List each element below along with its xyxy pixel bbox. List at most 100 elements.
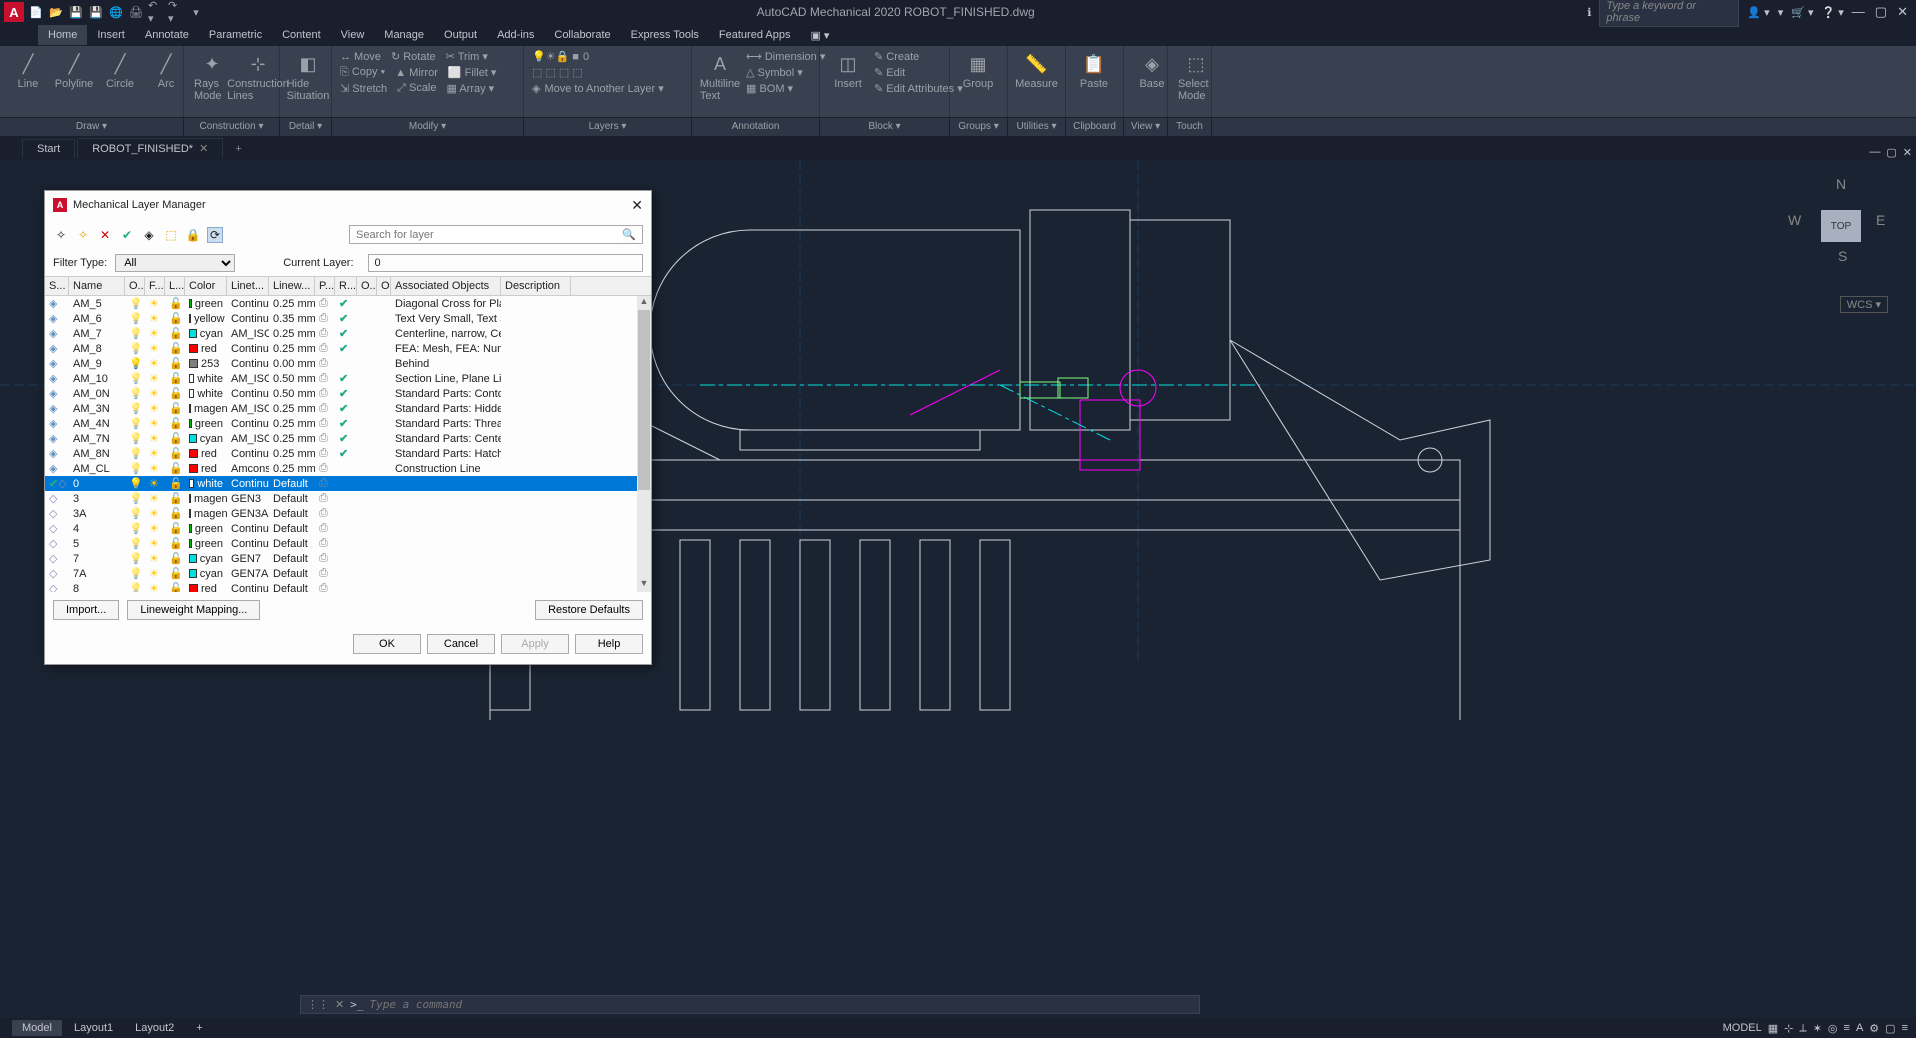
info-icon[interactable]: ℹ bbox=[1587, 6, 1591, 19]
layer-assoc-cell[interactable]: Behind bbox=[391, 357, 501, 371]
layer-status-icon[interactable]: ◇ bbox=[45, 491, 69, 506]
layer-linetype-cell[interactable]: AM_ISO... bbox=[227, 432, 269, 446]
dialog-search[interactable]: 🔍 bbox=[349, 225, 643, 244]
layer-plot-icon[interactable]: ⎙ bbox=[315, 446, 335, 461]
layer-lineweight-cell[interactable]: 0.25 mm bbox=[269, 342, 315, 356]
layer-assoc-cell[interactable]: Standard Parts: Conto... bbox=[391, 387, 501, 401]
layer-color-cell[interactable]: white bbox=[185, 477, 227, 491]
layer-lineweight-cell[interactable]: Default bbox=[269, 582, 315, 593]
layer-plot-icon[interactable]: ⎙ bbox=[315, 356, 335, 371]
undo-icon[interactable]: ↶ ▾ bbox=[148, 4, 164, 20]
layer-o2[interactable] bbox=[357, 378, 377, 380]
layer-desc-cell[interactable] bbox=[501, 303, 571, 305]
layer-reconcile-icon[interactable]: ✔ bbox=[335, 311, 357, 326]
layer-o2[interactable] bbox=[357, 468, 377, 470]
redo-icon[interactable]: ↷ ▾ bbox=[168, 4, 184, 20]
layer-o3[interactable] bbox=[377, 363, 391, 365]
status-clean-icon[interactable]: ▢ bbox=[1885, 1022, 1895, 1035]
restore-defaults-button[interactable]: Restore Defaults bbox=[535, 600, 643, 620]
save-icon[interactable]: 💾 bbox=[68, 4, 84, 20]
layer-row[interactable]: ◈AM_10💡☀🔓whiteAM_ISO...0.50 mm⎙✔Section … bbox=[45, 371, 651, 386]
layer-plot-icon[interactable]: ⎙ bbox=[315, 326, 335, 341]
column-header[interactable]: Linet... bbox=[227, 277, 269, 295]
column-header[interactable]: O... bbox=[357, 277, 377, 295]
layer-o3[interactable] bbox=[377, 393, 391, 395]
measure-button[interactable]: 📏Measure bbox=[1016, 50, 1057, 92]
layer-assoc-cell[interactable]: Text Very Small, Text S... bbox=[391, 312, 501, 326]
panel-label-groups[interactable]: Groups ▾ bbox=[950, 118, 1008, 136]
document-tab[interactable]: Start bbox=[22, 139, 75, 158]
layer-name-cell[interactable]: AM_8 bbox=[69, 342, 125, 356]
layer-name-cell[interactable]: 7 bbox=[69, 552, 125, 566]
layer-lineweight-cell[interactable]: 0.50 mm bbox=[269, 387, 315, 401]
plot-icon[interactable]: 🖨 bbox=[128, 4, 144, 20]
layer-status-icon[interactable]: ◇ bbox=[45, 566, 69, 581]
column-header[interactable]: S... bbox=[45, 277, 69, 295]
layer-o3[interactable] bbox=[377, 318, 391, 320]
layer-lineweight-cell[interactable]: 0.25 mm bbox=[269, 402, 315, 416]
layer-lock-icon[interactable]: 🔓 bbox=[165, 536, 185, 551]
layer-lock-icon[interactable]: 🔓 bbox=[165, 311, 185, 326]
layer-row[interactable]: ◈AM_4N💡☀🔓greenContinu...0.25 mm⎙✔Standar… bbox=[45, 416, 651, 431]
layer-linetype-cell[interactable]: Continu... bbox=[227, 447, 269, 461]
layer-row[interactable]: ◈AM_9💡☀🔓253Continu...0.00 mm⎙Behind bbox=[45, 356, 651, 371]
layer-name-cell[interactable]: AM_5 bbox=[69, 297, 125, 311]
command-handle-icon[interactable]: ⋮⋮ bbox=[307, 998, 329, 1011]
layer-lineweight-cell[interactable]: Default bbox=[269, 507, 315, 521]
layer-name-cell[interactable]: AM_6 bbox=[69, 312, 125, 326]
layer-color-cell[interactable]: magen bbox=[185, 402, 227, 416]
column-header[interactable]: Description bbox=[501, 277, 571, 295]
layer-lineweight-cell[interactable]: 0.35 mm bbox=[269, 312, 315, 326]
layer-freeze-icon[interactable]: ☀ bbox=[145, 401, 165, 416]
layer-freeze-icon[interactable]: ☀ bbox=[145, 536, 165, 551]
layer-name-cell[interactable]: AM_10 bbox=[69, 372, 125, 386]
layer-plot-icon[interactable]: ⎙ bbox=[315, 521, 335, 536]
menu-tab-collaborate[interactable]: Collaborate bbox=[544, 25, 620, 45]
minimize-icon[interactable]: — bbox=[1852, 4, 1865, 20]
layer-reconcile-icon[interactable]: ✔ bbox=[335, 401, 357, 416]
dialog-search-input[interactable] bbox=[356, 229, 622, 241]
status-anno-icon[interactable]: A bbox=[1856, 1022, 1863, 1035]
layer-status-icon[interactable]: ◈ bbox=[45, 341, 69, 356]
status-osnap-icon[interactable]: ◎ bbox=[1828, 1022, 1838, 1035]
layer-plot-icon[interactable]: ⎙ bbox=[315, 296, 335, 311]
layer-table-header[interactable]: S...NameO...F...L...ColorLinet...Linew..… bbox=[45, 277, 651, 296]
column-header[interactable]: Linew... bbox=[269, 277, 315, 295]
layout-tab-layout1[interactable]: Layout1 bbox=[64, 1020, 123, 1036]
layer-plot-icon[interactable]: ⎙ bbox=[315, 341, 335, 356]
layer-name-cell[interactable]: 3 bbox=[69, 492, 125, 506]
layer-color-cell[interactable]: 253 bbox=[185, 357, 227, 371]
viewcube-south[interactable]: S bbox=[1838, 248, 1847, 264]
layer-plot-icon[interactable]: ⎙ bbox=[315, 476, 335, 491]
layout-tab-model[interactable]: Model bbox=[12, 1020, 62, 1036]
current-layer-field[interactable]: 0 bbox=[368, 254, 643, 272]
layer-linetype-cell[interactable]: Continu... bbox=[227, 297, 269, 311]
layer-assoc-cell[interactable]: Standard Parts: Centerl... bbox=[391, 432, 501, 446]
cancel-button[interactable]: Cancel bbox=[427, 634, 495, 654]
layer-color-cell[interactable]: green bbox=[185, 297, 227, 311]
layer-linetype-cell[interactable]: Continu... bbox=[227, 522, 269, 536]
wcs-dropdown[interactable]: WCS ▾ bbox=[1840, 296, 1888, 313]
layer-assoc-cell[interactable]: Construction Line bbox=[391, 462, 501, 476]
layer-reconcile-icon[interactable] bbox=[335, 468, 357, 470]
help-search-input[interactable]: Type a keyword or phrase bbox=[1599, 0, 1739, 27]
layer-desc-cell[interactable] bbox=[501, 453, 571, 455]
close-icon[interactable]: ✕ bbox=[1897, 4, 1908, 20]
layer-freeze-icon[interactable]: ☀ bbox=[145, 506, 165, 521]
layer-desc-cell[interactable] bbox=[501, 543, 571, 545]
delete-layer-icon[interactable]: ✕ bbox=[97, 227, 113, 243]
layer-color-cell[interactable]: cyan bbox=[185, 432, 227, 446]
group-button[interactable]: ▦Group bbox=[958, 50, 998, 92]
panel-label-utilities[interactable]: Utilities ▾ bbox=[1008, 118, 1066, 136]
layer-name-cell[interactable]: 5 bbox=[69, 537, 125, 551]
layer-tools-row[interactable]: ⬚ ⬚ ⬚ ⬚ bbox=[532, 66, 683, 79]
layer-o2[interactable] bbox=[357, 558, 377, 560]
layer-freeze-icon[interactable]: ☀ bbox=[145, 491, 165, 506]
tab-close-icon[interactable]: ✕ bbox=[199, 143, 208, 155]
layer-on-icon[interactable]: 💡 bbox=[125, 431, 145, 446]
layer-reconcile-icon[interactable] bbox=[335, 363, 357, 365]
layer-on-icon[interactable]: 💡 bbox=[125, 461, 145, 476]
layer-freeze-icon[interactable]: ☀ bbox=[145, 581, 165, 592]
import-button[interactable]: Import... bbox=[53, 600, 119, 620]
ok-button[interactable]: OK bbox=[353, 634, 421, 654]
